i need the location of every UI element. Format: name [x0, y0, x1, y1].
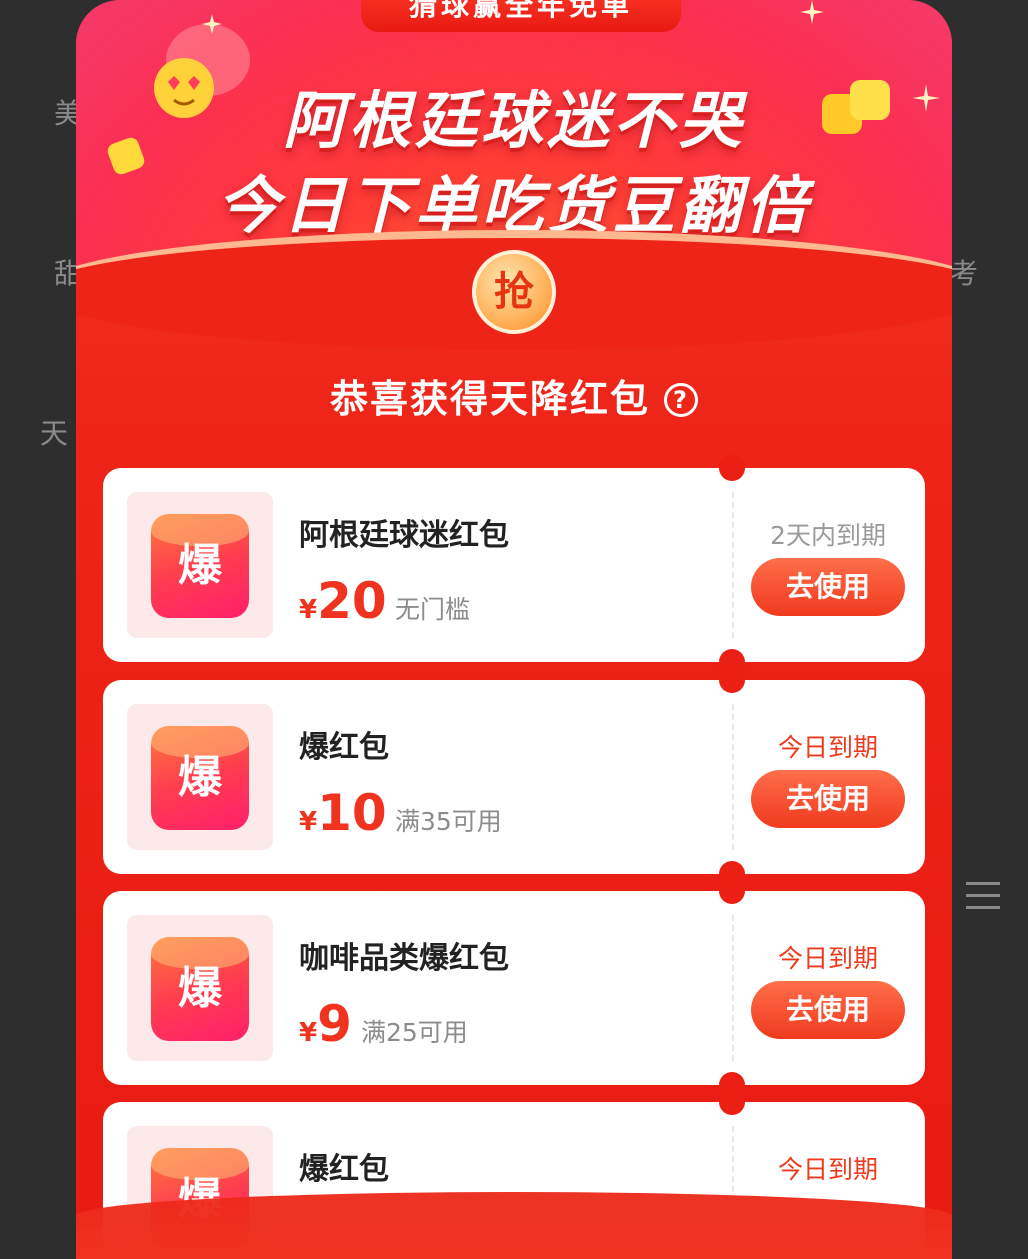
- coupon-name: 爆红包: [299, 730, 389, 765]
- coupon-expire: 今日到期: [777, 1155, 878, 1184]
- bottom-fade: [76, 1192, 952, 1259]
- sparkle-icon: [202, 14, 222, 34]
- use-coupon-button[interactable]: 去使用: [751, 558, 905, 616]
- coupon-expire: 今日到期: [777, 733, 878, 762]
- background-text: 考: [950, 257, 979, 290]
- red-packet-modal: 猜球赢全年免单 阿根廷球迷不哭 今日下单吃货豆翻倍 抢 恭喜获得天降红包? 爆: [76, 0, 952, 1259]
- coupon-icon-box: 爆: [127, 704, 273, 850]
- coupon-condition: 无门槛: [395, 595, 471, 624]
- bao-red-packet-icon: 爆: [151, 937, 249, 1041]
- help-icon[interactable]: ?: [664, 383, 698, 417]
- sparkle-icon: [800, 0, 824, 24]
- section-title-text: 恭喜获得天降红包: [329, 377, 650, 421]
- use-coupon-button[interactable]: 去使用: [751, 770, 905, 828]
- background-text: 天: [40, 417, 69, 450]
- guess-ball-tab[interactable]: 猜球赢全年免单: [361, 0, 681, 32]
- section-title: 恭喜获得天降红包?: [76, 368, 952, 423]
- coupon-condition: 满25可用: [361, 1018, 468, 1047]
- coupon-expire: 2天内到期: [770, 521, 886, 550]
- grab-badge[interactable]: 抢: [472, 250, 556, 334]
- headline-line-1: 阿根廷球迷不哭: [282, 84, 745, 157]
- coupon-icon-box: 爆: [127, 492, 273, 638]
- coupon-card[interactable]: 爆 爆红包 ¥10 满35可用 今日到期 去使用: [103, 667, 925, 887]
- bao-red-packet-icon: 爆: [151, 514, 249, 618]
- coupon-card[interactable]: 爆 咖啡品类爆红包 ¥9 满25可用 今日到期 去使用: [103, 878, 925, 1098]
- coupon-card[interactable]: 爆 阿根廷球迷红包 ¥20 无门槛 2天内到期 去使用: [103, 455, 925, 675]
- menu-icon[interactable]: [966, 880, 1000, 912]
- coupon-name: 咖啡品类爆红包: [299, 941, 509, 976]
- coupon-expire: 今日到期: [777, 944, 878, 973]
- coupon-icon-box: 爆: [127, 915, 273, 1061]
- coupon-amount: ¥10: [299, 784, 387, 842]
- coupon-condition: 满35可用: [395, 807, 502, 836]
- coupon-name: 爆红包: [299, 1152, 389, 1187]
- coupon-amount: ¥9: [299, 995, 352, 1053]
- bao-red-packet-icon: 爆: [151, 726, 249, 830]
- use-coupon-button[interactable]: 去使用: [751, 981, 905, 1039]
- coupon-amount: ¥20: [299, 572, 387, 630]
- coupon-name: 阿根廷球迷红包: [299, 518, 509, 553]
